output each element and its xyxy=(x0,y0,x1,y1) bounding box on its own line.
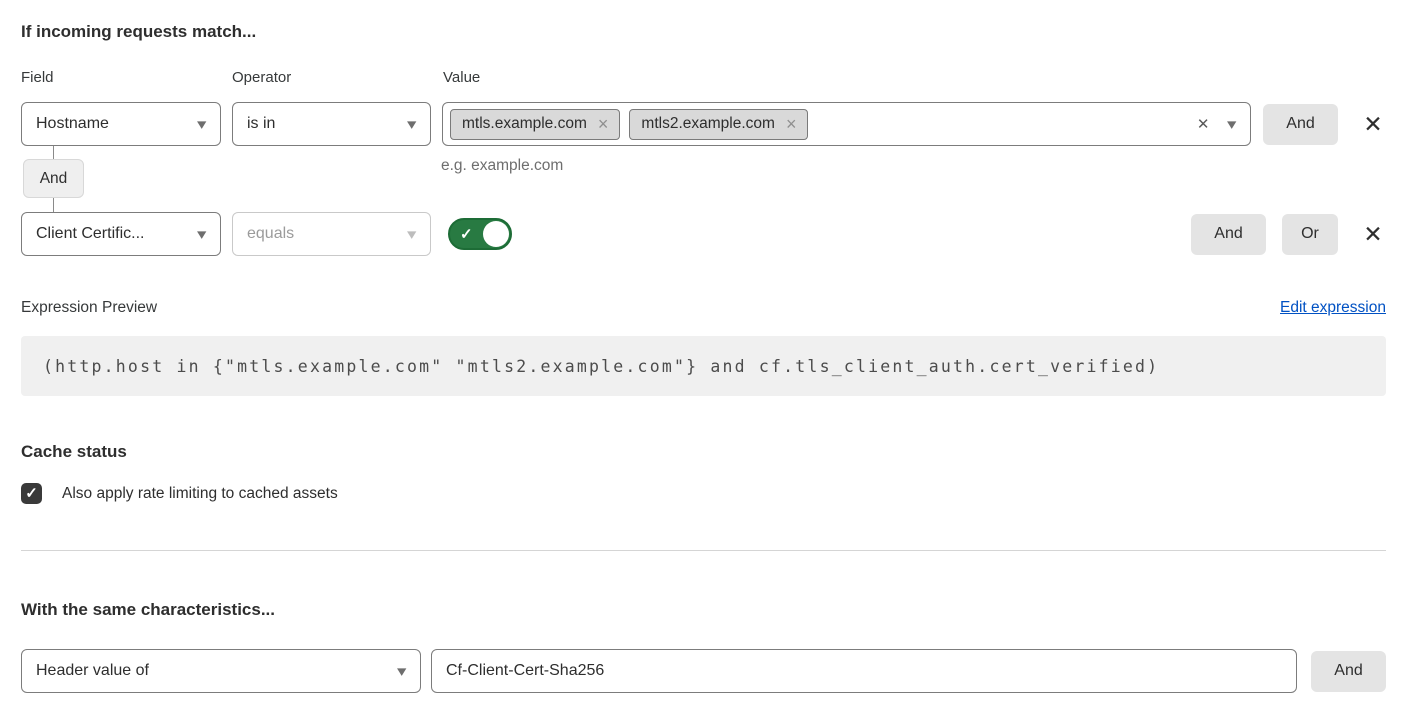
tag-remove-icon[interactable]: × xyxy=(786,115,797,133)
chevron-down-icon: ▾ xyxy=(398,664,407,679)
value-label: Value xyxy=(443,69,480,87)
characteristics-row: Header value of ▾ And xyxy=(21,649,1386,693)
cache-checkbox-row: ✓ Also apply rate limiting to cached ass… xyxy=(21,483,1386,504)
characteristic-select[interactable]: Header value of ▾ xyxy=(21,649,421,693)
logical-connector: And xyxy=(23,146,84,212)
value-helper-text: e.g. example.com xyxy=(441,157,563,175)
clear-values-icon[interactable]: ✕ xyxy=(1197,117,1210,132)
header-name-input[interactable] xyxy=(431,649,1297,693)
value-multiselect[interactable]: mtls.example.com × mtls2.example.com × ✕… xyxy=(442,102,1251,146)
value-tag-text: mtls2.example.com xyxy=(641,115,775,133)
field-select-2-value: Client Certific... xyxy=(36,225,144,243)
field-labels-row: Field Operator Value xyxy=(21,69,1386,87)
check-icon: ✓ xyxy=(460,227,473,242)
value-tag: mtls.example.com × xyxy=(450,109,620,140)
match-section-title: If incoming requests match... xyxy=(21,22,1386,42)
boolean-toggle[interactable]: ✓ xyxy=(448,218,512,250)
and-button-characteristics[interactable]: And xyxy=(1311,651,1386,692)
row-connector-area: And e.g. example.com xyxy=(21,146,1386,212)
and-button-row1[interactable]: And xyxy=(1263,104,1338,145)
chevron-down-icon: ▾ xyxy=(198,117,207,132)
or-button-row2[interactable]: Or xyxy=(1282,214,1338,255)
toggle-knob xyxy=(483,221,509,247)
expression-preview-header: Expression Preview Edit expression xyxy=(21,299,1386,317)
connector-line xyxy=(53,198,54,212)
characteristics-title: With the same characteristics... xyxy=(21,600,1386,620)
cached-assets-checkbox-label: Also apply rate limiting to cached asset… xyxy=(62,485,338,503)
chevron-down-icon: ▾ xyxy=(408,117,417,132)
field-select-2[interactable]: Client Certific... ▾ xyxy=(21,212,221,256)
value-tag: mtls2.example.com × xyxy=(629,109,808,140)
delete-condition-icon[interactable]: ✕ xyxy=(1360,113,1386,136)
field-select-1-value: Hostname xyxy=(36,115,109,133)
and-button-row2[interactable]: And xyxy=(1191,214,1266,255)
operator-select-2-value: equals xyxy=(247,225,294,243)
field-label: Field xyxy=(21,69,221,87)
operator-select-2: equals ▾ xyxy=(232,212,431,256)
multiselect-controls: ✕ ▾ xyxy=(1197,117,1236,132)
cached-assets-checkbox[interactable]: ✓ xyxy=(21,483,42,504)
connector-and-button[interactable]: And xyxy=(23,159,84,198)
expression-code: (http.host in {"mtls.example.com" "mtls2… xyxy=(21,336,1386,396)
operator-select-1-value: is in xyxy=(247,115,275,133)
field-select-1[interactable]: Hostname ▾ xyxy=(21,102,221,146)
chevron-down-icon: ▾ xyxy=(198,227,207,242)
cache-status-title: Cache status xyxy=(21,442,1386,462)
operator-select-1[interactable]: is in ▾ xyxy=(232,102,431,146)
expression-preview-label: Expression Preview xyxy=(21,299,157,317)
tag-remove-icon[interactable]: × xyxy=(598,115,609,133)
condition-row-1: Hostname ▾ is in ▾ mtls.example.com × mt… xyxy=(21,102,1386,146)
rule-builder: If incoming requests match... Field Oper… xyxy=(21,22,1386,693)
characteristic-select-value: Header value of xyxy=(36,662,149,680)
value-tag-text: mtls.example.com xyxy=(462,115,587,133)
condition-row-2: Client Certific... ▾ equals ▾ ✓ And Or ✕ xyxy=(21,212,1386,256)
edit-expression-link[interactable]: Edit expression xyxy=(1280,299,1386,317)
chevron-down-icon: ▾ xyxy=(408,227,417,242)
check-icon: ✓ xyxy=(25,486,38,501)
section-divider xyxy=(21,550,1386,551)
connector-line xyxy=(53,146,54,159)
chevron-down-icon: ▾ xyxy=(1228,117,1237,132)
delete-condition-icon[interactable]: ✕ xyxy=(1360,223,1386,246)
operator-label: Operator xyxy=(232,69,431,87)
